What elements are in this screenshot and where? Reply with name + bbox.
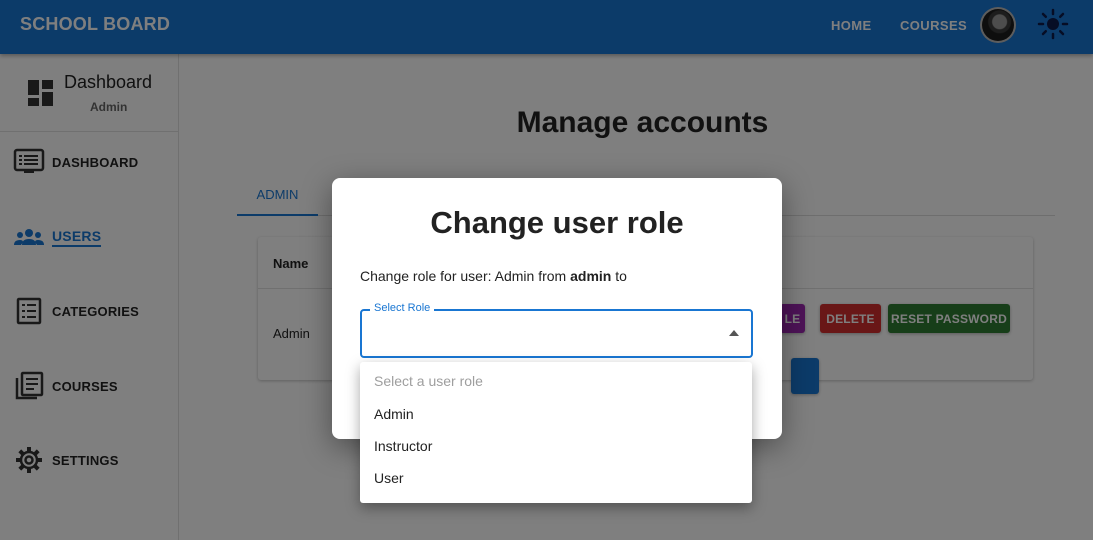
dialog-title: Change user role <box>430 205 684 240</box>
option-user[interactable]: User <box>374 470 404 486</box>
caret-up-icon <box>729 330 739 336</box>
current-role: admin <box>570 268 612 284</box>
role-options-menu: Select a user role Admin Instructor User <box>360 362 752 503</box>
role-select-label: Select Role <box>370 302 435 314</box>
option-admin[interactable]: Admin <box>374 406 414 422</box>
dialog-description: Change role for user: Admin from admin t… <box>360 268 627 284</box>
role-select[interactable]: Select Role <box>360 302 753 358</box>
option-instructor[interactable]: Instructor <box>374 438 432 454</box>
option-placeholder: Select a user role <box>374 373 483 389</box>
